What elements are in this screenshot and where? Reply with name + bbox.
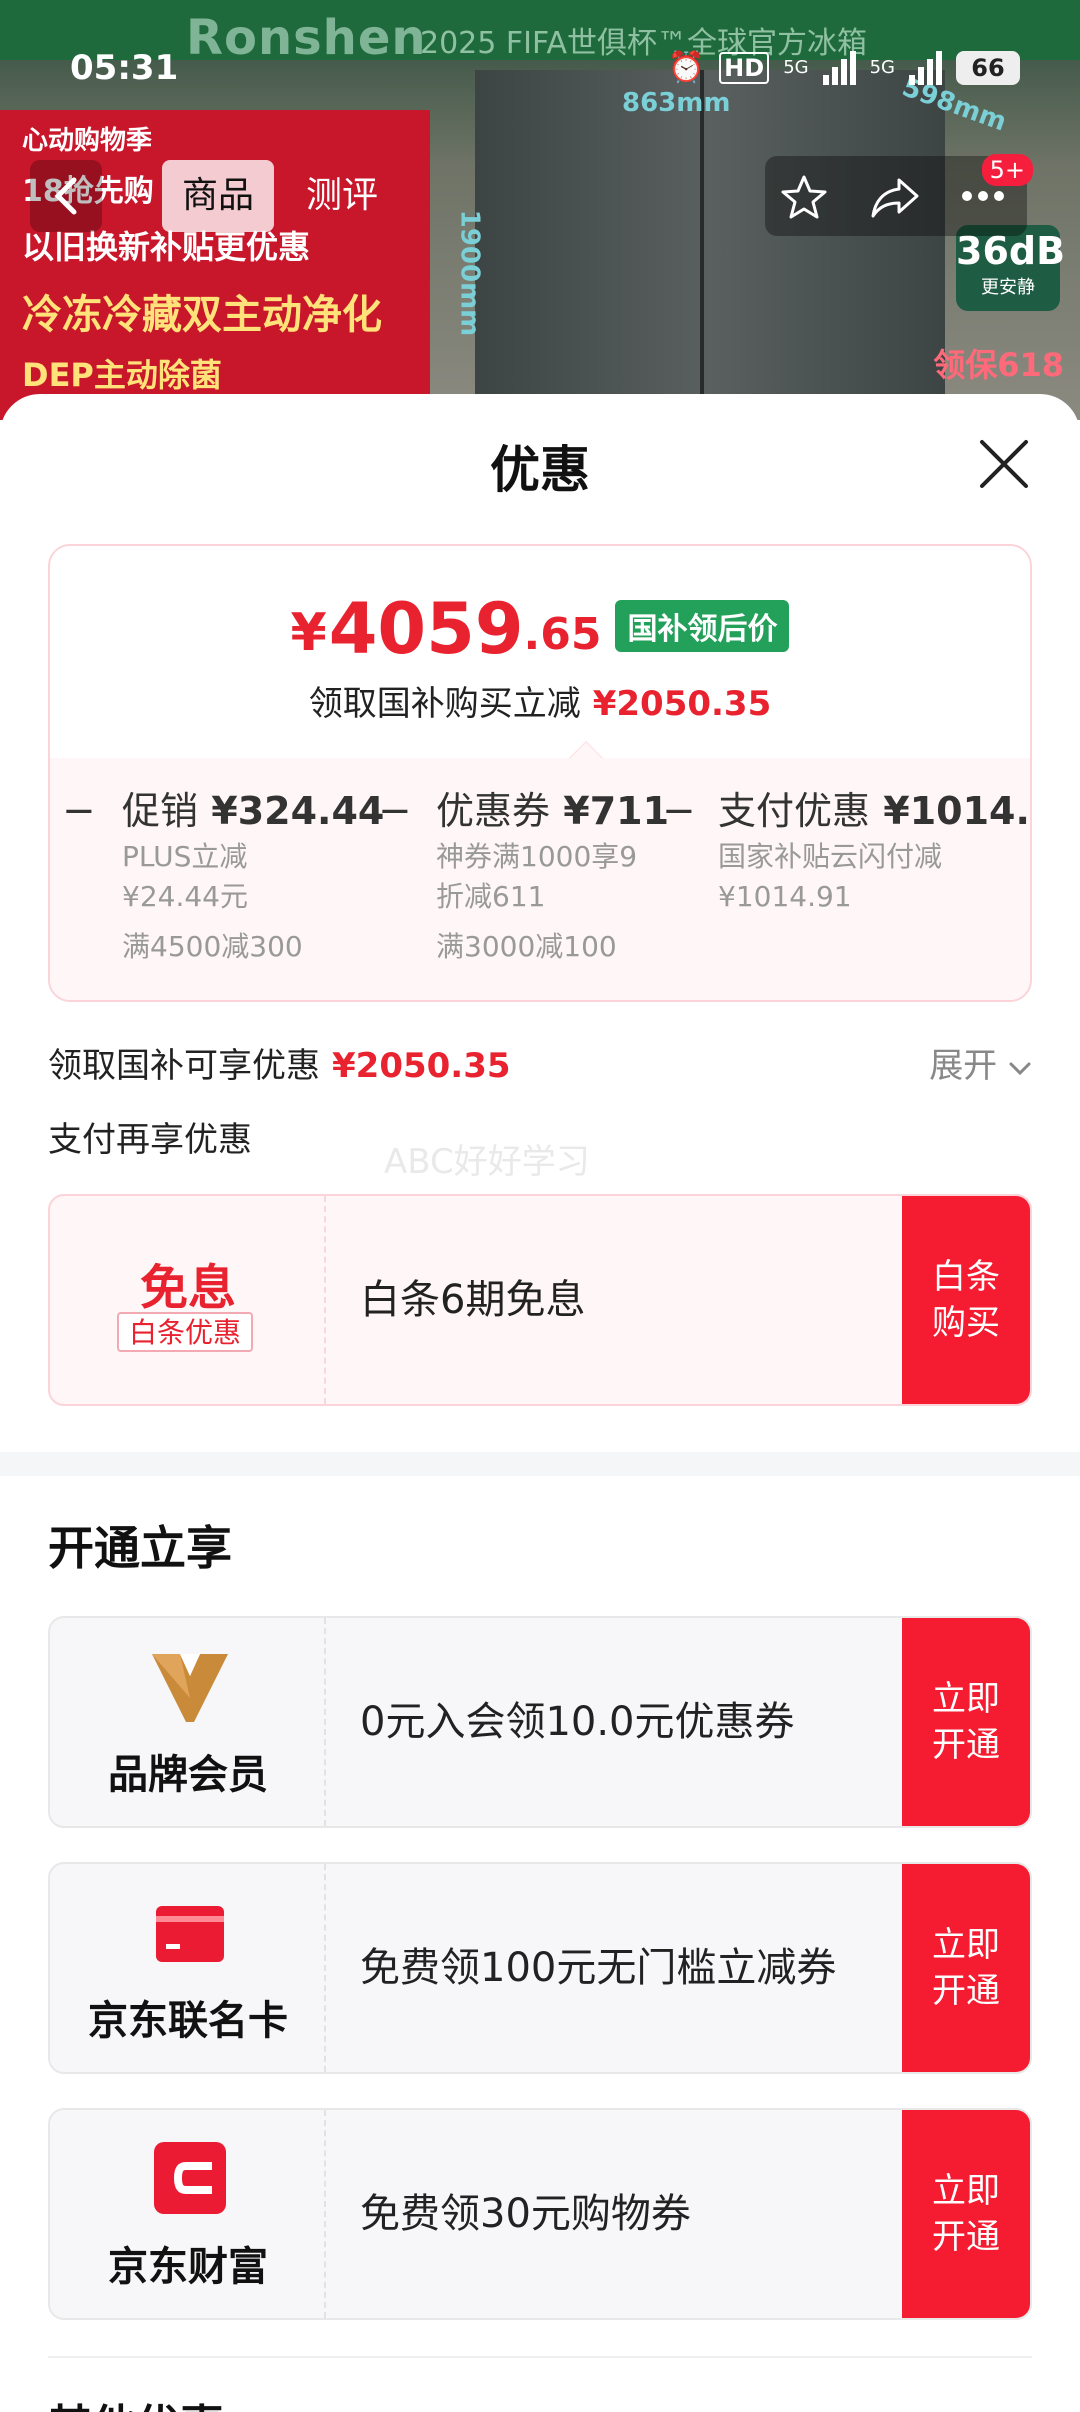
- watermark: ABC好好学习: [384, 1142, 590, 1182]
- battery-icon: 66: [956, 50, 1020, 85]
- status-bar: 05:31 ⏰ HD 5G 5G 66: [0, 40, 1080, 104]
- status-time: 05:31: [70, 48, 179, 88]
- discount-sheet: 优惠 ¥ 4059 .65 国补领后价 领取国补购买立减 ¥2050.35 − 促…: [0, 394, 1080, 2412]
- open-now-button[interactable]: 立即开通: [902, 2110, 1030, 2318]
- poster-line: DEP主动除菌: [22, 356, 222, 394]
- hd-icon: HD: [719, 51, 770, 84]
- baitiao-buy-button[interactable]: 白条购买: [902, 1196, 1030, 1404]
- fridge-image: [475, 70, 945, 420]
- back-button[interactable]: [30, 160, 102, 232]
- dimension-height: 1900mm: [454, 209, 485, 337]
- price-tag-badge: 国补领后价: [615, 600, 790, 652]
- price-subtitle: 领取国补购买立减 ¥2050.35: [308, 684, 772, 724]
- noise-badge: 36dB 更安静: [956, 225, 1065, 311]
- offer-text: 0元入会领10.0元优惠券: [360, 1699, 795, 1745]
- alarm-icon: ⏰: [667, 50, 706, 85]
- expand-button[interactable]: 展开: [929, 1038, 1032, 1087]
- benefit-name: 京东财富: [108, 2244, 268, 2290]
- nav-actions: 5+: [765, 154, 1033, 236]
- benefit-card-brand-member: 品牌会员 0元入会领10.0元优惠券 立即开通: [48, 1616, 1032, 1828]
- poster-line: 心动购物季: [22, 126, 153, 156]
- offer-text: 免费领30元购物券: [360, 2191, 691, 2237]
- brand-member-icon: [152, 1654, 228, 1722]
- discount-breakdown: − 促销 ¥324.44 PLUS立减 ¥24.44元 满4500减300 − …: [50, 758, 1030, 1000]
- promo-618-badge: 领保618: [933, 346, 1064, 384]
- signal-icon: [909, 50, 942, 85]
- offer-text: 白条6期免息: [360, 1277, 586, 1323]
- poster-line: 冷冻冷藏双主动净化: [22, 292, 382, 338]
- open-now-button[interactable]: 立即开通: [902, 1864, 1030, 2072]
- close-icon[interactable]: [978, 438, 1030, 490]
- open-now-button[interactable]: 立即开通: [902, 1618, 1030, 1826]
- message-count-badge: 5+: [981, 154, 1033, 186]
- jd-finance-icon: [154, 2142, 226, 2214]
- installment-offer: 免息 白条优惠 白条6期免息 白条购买: [48, 1194, 1032, 1406]
- signal-icon: [822, 50, 856, 85]
- interest-free-title: 免息: [139, 1260, 236, 1316]
- tab-product[interactable]: 商品: [162, 160, 275, 232]
- benefit-name: 品牌会员: [108, 1752, 268, 1798]
- benefit-card-jd-finance: 京东财富 免费领30元购物券 立即开通: [48, 2108, 1032, 2320]
- minus-icon: −: [662, 788, 696, 834]
- price-card: ¥ 4059 .65 国补领后价 领取国补购买立减 ¥2050.35 − 促销 ¥…: [48, 544, 1032, 1002]
- credit-card-icon: [156, 1906, 224, 1962]
- benefit-name: 京东联名卡: [88, 1998, 288, 2044]
- final-price: ¥ 4059 .65 国补领后价: [50, 592, 1030, 666]
- chevron-left-icon: [54, 177, 77, 215]
- chevron-down-icon: [1009, 1062, 1031, 1076]
- benefit-card-co-branded-card: 京东联名卡 免费领100元无门槛立减券 立即开通: [48, 1862, 1032, 2074]
- section-divider: [0, 1452, 1080, 1476]
- other-offers-title: 其他优惠: [48, 2390, 224, 2412]
- share-icon[interactable]: [869, 172, 921, 222]
- more-icon[interactable]: [961, 190, 1005, 202]
- tab-review[interactable]: 测评: [286, 160, 398, 232]
- baitiao-tag: 白条优惠: [117, 1312, 254, 1352]
- subsidy-line: 领取国补可享优惠 ¥2050.35: [48, 1046, 511, 1086]
- offer-text: 免费领100元无门槛立减券: [360, 1945, 837, 1991]
- minus-icon: −: [62, 788, 96, 834]
- open-section-title: 开通立享: [48, 1521, 232, 1575]
- pay-more-label: 支付再享优惠: [48, 1120, 252, 1160]
- sheet-title: 优惠: [490, 441, 590, 499]
- promo-poster: 心动购物季 18抢先购 以旧换新补贴更优惠 冷冻冷藏双主动净化 DEP主动除菌: [0, 110, 430, 420]
- star-icon[interactable]: [779, 172, 829, 222]
- minus-icon: −: [378, 788, 412, 834]
